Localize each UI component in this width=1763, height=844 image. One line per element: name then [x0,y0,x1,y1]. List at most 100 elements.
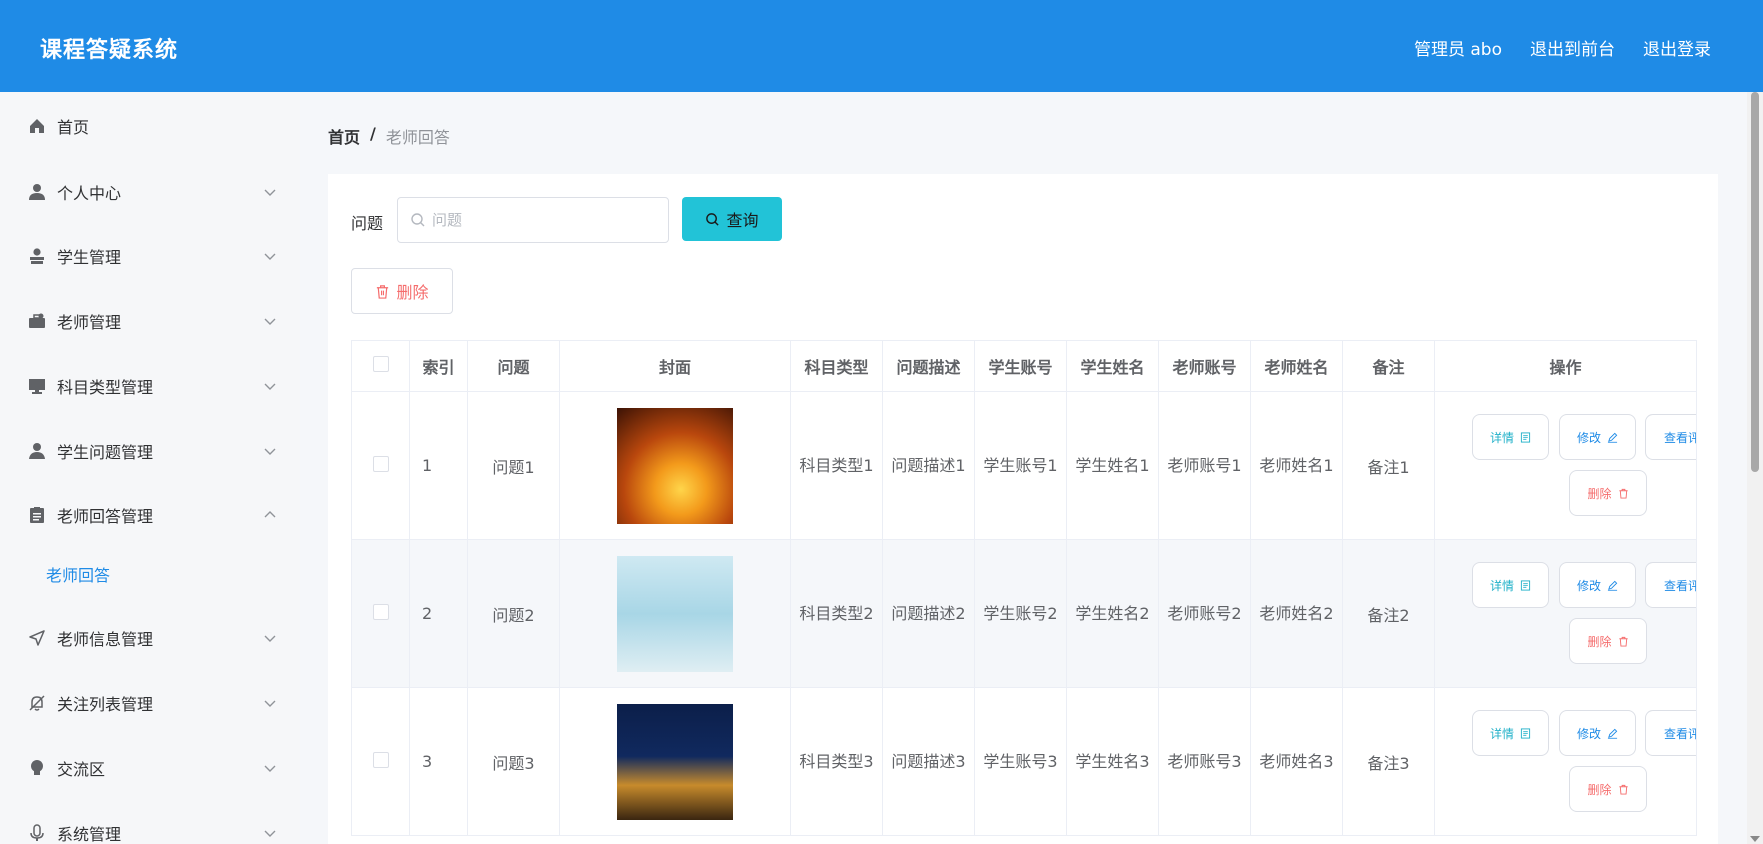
sidebar-item-teachers[interactable]: 老师管理 [0,298,300,344]
cell-actions: 详情 修改 查看评 删除 [1434,687,1697,836]
view-comments-button[interactable]: 查看评 [1645,414,1696,460]
logout-link[interactable]: 退出登录 [1643,35,1711,60]
sidebar-item-follow-list[interactable]: 关注列表管理 [0,680,300,726]
row-delete-label: 删除 [1587,634,1612,649]
sidebar-item-students[interactable]: 学生管理 [0,233,300,279]
batch-delete-label: 删除 [396,283,429,302]
cell-teacher-account: 老师账号2 [1158,539,1251,688]
sidebar-item-label: 首页 [57,118,90,137]
row-delete-button[interactable]: 删除 [1569,766,1647,812]
exit-to-front-link[interactable]: 退出到前台 [1530,35,1615,60]
breadcrumb-current: 老师回答 [385,128,450,147]
search-icon [706,212,720,226]
cell-note: 备注1 [1342,391,1435,540]
edit-label: 修改 [1576,578,1601,593]
cell-teacher-name: 老师姓名2 [1250,539,1343,688]
cover-image [617,555,733,672]
breadcrumb-home[interactable]: 首页 [328,124,360,148]
header-links: 管理员 abo 退出到前台 退出登录 [1414,35,1711,60]
page-scrollbar[interactable] [1747,92,1763,844]
home-icon [28,117,46,135]
cell-note: 备注3 [1342,687,1435,836]
row-delete-label: 删除 [1587,782,1612,797]
query-button[interactable]: 查询 [682,197,782,241]
cell-student-name: 学生姓名1 [1066,391,1159,540]
chevron-up-icon [264,511,276,518]
search-field[interactable] [397,197,669,243]
cell-student-name: 学生姓名3 [1066,687,1159,836]
briefcase-icon [28,312,46,330]
view-comments-button[interactable]: 查看评 [1645,562,1696,608]
scrollbar-thumb[interactable] [1751,92,1759,472]
monitor-icon [28,377,46,395]
bell-off-icon [28,694,46,712]
edit-button[interactable]: 修改 [1559,562,1636,608]
row-select-cell [351,391,410,540]
cover-image [617,407,733,524]
col-header: 索引 [409,340,468,392]
sidebar-subitem-teacher-answer[interactable]: 老师回答 [0,554,300,594]
detail-button[interactable]: 详情 [1472,562,1549,608]
table-row: 1 问题1 科目类型1 问题描述1 学生账号1 学生姓名1 老师账号1 老师姓名… [351,391,1697,540]
sidebar-item-label: 科目类型管理 [57,378,154,397]
send-icon [28,629,46,647]
row-checkbox[interactable] [372,751,389,768]
sidebar-item-subject-types[interactable]: 科目类型管理 [0,363,300,409]
sidebar-item-personal[interactable]: 个人中心 [0,169,300,215]
cell-teacher-name: 老师姓名3 [1250,687,1343,836]
edit-button[interactable]: 修改 [1559,414,1636,460]
scroll-down-arrow-icon[interactable] [1750,836,1760,842]
chevron-down-icon [264,830,276,837]
detail-button[interactable]: 详情 [1472,414,1549,460]
cell-student-account: 学生账号1 [974,391,1067,540]
chevron-down-icon [264,765,276,772]
cell-subject: 科目类型2 [790,539,883,688]
sidebar-item-teacher-answers[interactable]: 老师回答管理 [0,492,300,538]
row-checkbox[interactable] [372,455,389,472]
detail-label: 详情 [1489,430,1514,445]
trash-icon [1618,488,1628,499]
sidebar-item-system[interactable]: 系统管理 [0,810,300,844]
row-delete-button[interactable]: 删除 [1569,618,1647,664]
cell-note: 备注2 [1342,539,1435,688]
view-comments-label: 查看评 [1664,726,1696,741]
col-header: 操作 [1434,340,1697,392]
sidebar-item-forum[interactable]: 交流区 [0,745,300,791]
detail-button[interactable]: 详情 [1472,710,1549,756]
sidebar-item-home[interactable]: 首页 [0,103,300,149]
row-delete-label: 删除 [1587,486,1612,501]
table-row: 3 问题3 科目类型3 问题描述3 学生账号3 学生姓名3 老师账号3 老师姓名… [351,687,1697,836]
sidebar-item-teacher-info[interactable]: 老师信息管理 [0,615,300,661]
col-header: 问题描述 [882,340,975,392]
cell-index: 2 [409,539,468,688]
select-all-checkbox[interactable] [372,356,389,372]
cell-cover [559,391,791,540]
row-checkbox[interactable] [372,603,389,620]
mic-icon [28,824,46,842]
breadcrumb-separator: / [370,124,376,143]
main-panel: 问题 查询 删除 索引 问题 封面 科目类型 问题描述 学生账号 学生姓名 [328,174,1718,844]
view-comments-label: 查看评 [1664,578,1696,593]
search-input[interactable] [432,208,652,232]
view-comments-button[interactable]: 查看评 [1645,710,1696,756]
cover-image [617,703,733,820]
cell-desc: 问题描述3 [882,687,975,836]
cell-index: 1 [409,391,468,540]
sidebar-item-label: 学生管理 [57,248,122,267]
trash-icon [1618,636,1628,647]
cell-desc: 问题描述1 [882,391,975,540]
detail-label: 详情 [1489,578,1514,593]
edit-button[interactable]: 修改 [1559,710,1636,756]
sidebar-item-student-questions[interactable]: 学生问题管理 [0,428,300,474]
row-delete-button[interactable]: 删除 [1569,470,1647,516]
person-icon [28,442,46,460]
clipboard-icon [28,506,46,524]
sidebar-item-label: 个人中心 [57,184,122,203]
view-comments-label: 查看评 [1664,430,1696,445]
sidebar-subitem-label: 老师回答 [46,566,111,585]
edit-label: 修改 [1576,726,1601,741]
search-label: 问题 [351,214,384,233]
batch-delete-button[interactable]: 删除 [351,268,453,314]
document-icon [1520,579,1531,591]
detail-label: 详情 [1489,726,1514,741]
